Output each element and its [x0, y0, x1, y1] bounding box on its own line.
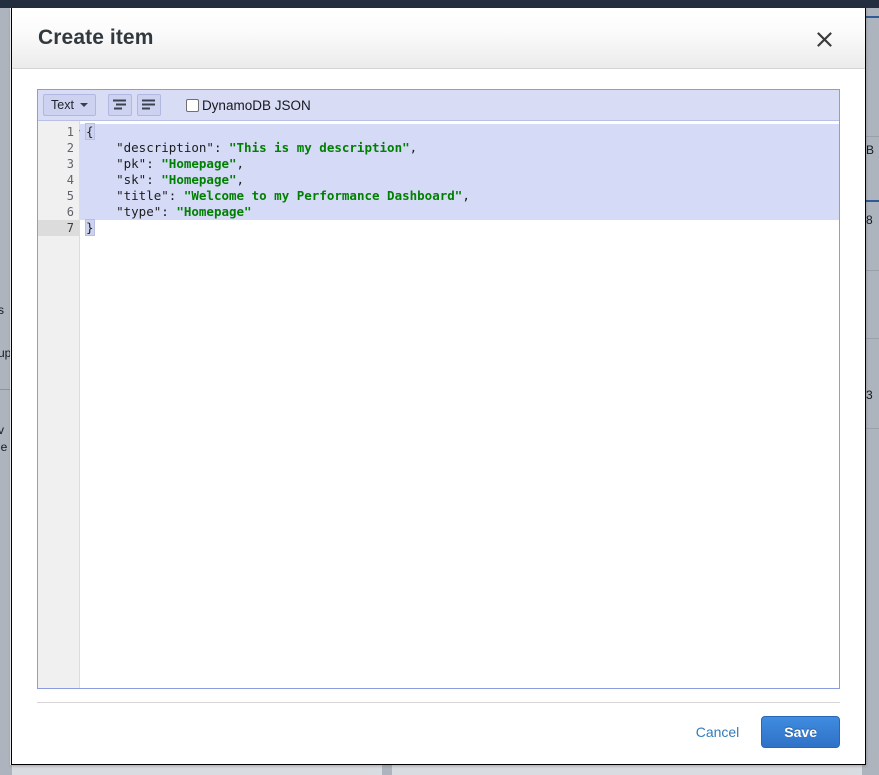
- app-top-bar: [0, 0, 879, 8]
- code-line[interactable]: "description": "This is my description",: [80, 140, 839, 156]
- code-editor[interactable]: 1▾2 3 4 5 67 { "description": "This is my de…: [38, 121, 839, 688]
- code-token: :: [146, 156, 162, 171]
- code-token: "type": [86, 204, 162, 219]
- code-line[interactable]: "pk": "Homepage",: [80, 156, 839, 172]
- code-token: "title": [86, 188, 169, 203]
- json-editor-panel: Text DynamoDB JSON 1 2 3 4 5 6 7 {"desc…: [37, 89, 840, 689]
- code-token: }: [85, 219, 95, 236]
- page-root: s up v le B 8 3 Create item: [0, 0, 879, 775]
- dialog-body: Text DynamoDB JSON 1 2 3 4 5 6 7 {"desc…: [12, 69, 865, 689]
- background-text-fragment: B: [866, 143, 875, 157]
- line-number: 3: [66, 157, 74, 171]
- code-token: {: [85, 123, 95, 140]
- code-line[interactable]: }: [80, 219, 839, 236]
- line-number: 5: [66, 189, 74, 203]
- code-token: "Homepage": [161, 156, 237, 171]
- code-token: :: [161, 204, 177, 219]
- background-text-fragment: 3: [866, 388, 873, 402]
- code-token: "This is my description": [229, 140, 410, 155]
- editor-mode-select[interactable]: Text: [43, 94, 96, 116]
- close-icon: [816, 30, 833, 47]
- background-right-strip: B 8 3: [866, 8, 879, 775]
- line-number: 1▾: [38, 124, 84, 140]
- format-indent-icon: [112, 99, 127, 111]
- dialog-header: Create item: [12, 8, 865, 69]
- code-token: "Welcome to my Performance Dashboard": [183, 188, 463, 203]
- code-line[interactable]: "sk": "Homepage",: [80, 172, 839, 188]
- code-line[interactable]: "type": "Homepage": [80, 204, 839, 220]
- line-number: 2: [66, 141, 74, 155]
- format-align-left-icon: [141, 99, 156, 111]
- code-token: :: [213, 140, 229, 155]
- close-button[interactable]: [809, 23, 839, 53]
- chevron-down-icon: [79, 103, 88, 107]
- background-text-fragment: le: [0, 440, 8, 454]
- line-number: 4: [66, 173, 74, 187]
- code-token: :: [168, 188, 184, 203]
- code-line[interactable]: "title": "Welcome to my Performance Dash…: [80, 188, 839, 204]
- code-token: "Homepage": [176, 204, 252, 219]
- code-token: ,: [462, 188, 470, 203]
- create-item-dialog: Create item Text DynamoDB JSON 1 2 3 4 5…: [11, 8, 866, 765]
- dynamodb-json-checkbox[interactable]: [185, 98, 199, 112]
- code-token: "pk": [86, 156, 147, 171]
- background-text-fragment: up: [0, 346, 10, 360]
- line-number: 6: [66, 205, 74, 219]
- page-title: Create item: [38, 26, 154, 49]
- cancel-button[interactable]: Cancel: [696, 724, 740, 740]
- editor-toolbar: Text DynamoDB JSON: [38, 90, 839, 121]
- background-left-strip: s up v le: [0, 8, 10, 775]
- code-token: :: [146, 172, 162, 187]
- save-button[interactable]: Save: [761, 716, 840, 748]
- code-token: "sk": [86, 172, 147, 187]
- minify-json-button[interactable]: [136, 94, 161, 116]
- dynamodb-json-label: DynamoDB JSON: [201, 97, 311, 113]
- editor-mode-label: Text: [51, 98, 74, 112]
- code-token: ,: [409, 140, 418, 155]
- background-text-fragment: 8: [866, 213, 873, 227]
- background-text-fragment: s: [0, 303, 4, 317]
- format-json-button[interactable]: [107, 94, 132, 116]
- dialog-footer: Cancel Save: [37, 702, 840, 764]
- line-number: 7: [38, 220, 79, 236]
- code-token: ,: [236, 172, 245, 187]
- code-token: ,: [236, 156, 245, 171]
- code-token: "description": [86, 140, 214, 155]
- code-content[interactable]: { "description": "This is my description…: [80, 121, 839, 688]
- background-bottom-segment: [12, 765, 382, 775]
- dynamodb-json-toggle[interactable]: DynamoDB JSON: [185, 97, 311, 113]
- background-bottom-segment: [392, 765, 862, 775]
- line-number-gutter: 1▾2 3 4 5 67: [38, 121, 84, 688]
- code-token: "Homepage": [161, 172, 237, 187]
- code-line[interactable]: {: [80, 123, 839, 140]
- background-text-fragment: v: [0, 423, 4, 437]
